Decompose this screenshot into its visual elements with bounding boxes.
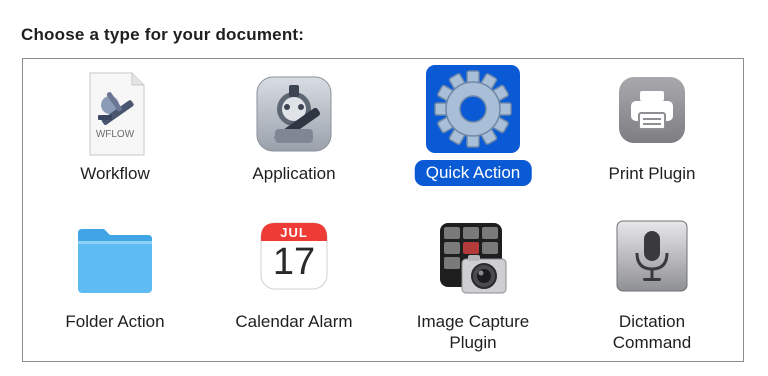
- type-image-capture-plugin[interactable]: Image Capture Plugin: [383, 217, 563, 357]
- document-type-grid: WFLOW Workflow Application Quick Action …: [22, 58, 744, 362]
- type-label: Application: [252, 164, 336, 183]
- type-label: Calendar Alarm: [235, 312, 353, 331]
- type-dictation-command[interactable]: Dictation Command: [562, 217, 742, 357]
- type-quick-action[interactable]: Quick Action: [383, 65, 563, 201]
- calendar-icon: JUL 17: [249, 217, 339, 307]
- automator-robot-icon: [249, 69, 339, 159]
- microphone-icon: [607, 217, 697, 307]
- folder-icon: [70, 217, 160, 307]
- type-calendar-alarm[interactable]: JUL 17 Calendar Alarm: [204, 217, 384, 357]
- image-capture-icon: [428, 217, 518, 307]
- type-label: Dictation Command: [612, 312, 692, 352]
- type-workflow[interactable]: WFLOW Workflow: [25, 65, 205, 201]
- type-label: Workflow: [80, 164, 150, 183]
- type-label: Quick Action: [414, 160, 532, 186]
- workflow-document-icon: [70, 69, 160, 159]
- type-print-plugin[interactable]: Print Plugin: [562, 65, 742, 201]
- type-label: Folder Action: [65, 312, 165, 331]
- type-folder-action[interactable]: Folder Action: [25, 217, 205, 357]
- gear-icon: [428, 65, 518, 155]
- printer-icon: [607, 69, 697, 159]
- dialog-heading: Choose a type for your document:: [21, 25, 305, 44]
- type-label: Image Capture Plugin: [416, 312, 530, 352]
- calendar-day: 17: [272, 241, 316, 283]
- calendar-month: JUL: [280, 225, 308, 240]
- type-application[interactable]: Application: [204, 65, 384, 201]
- type-label: Print Plugin: [608, 164, 696, 183]
- workflow-badge-label: WFLOW: [95, 129, 135, 140]
